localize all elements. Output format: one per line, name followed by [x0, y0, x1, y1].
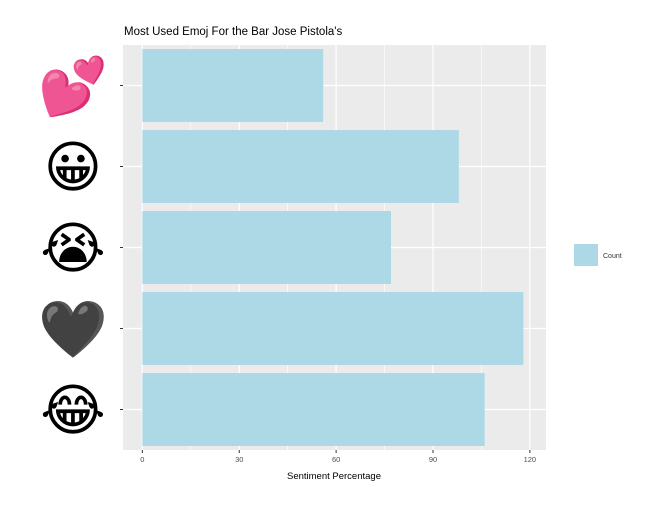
x-tick-label: 60: [332, 455, 340, 464]
x-tick-label: 90: [429, 455, 437, 464]
bar-black-heart: [142, 292, 524, 365]
bar-face-with-tears-of-joy: [142, 373, 485, 446]
y-axis: 💕 😀 😭 🖤 😂: [38, 55, 123, 442]
bar-two-hearts: [142, 49, 324, 122]
x-tick-label: 30: [235, 455, 243, 464]
x-axis-label: Sentiment Percentage: [287, 471, 381, 482]
chart: Most Used Emoj For the Bar Jose Pistola'…: [38, 26, 622, 482]
bar-grinning-face: [142, 130, 459, 203]
x-tick-label: 120: [524, 455, 537, 464]
grinning-face-icon: 😀: [44, 136, 102, 199]
x-axis: 0 30 60 90 120: [140, 450, 536, 464]
loudly-crying-face-icon: 😭: [40, 217, 105, 280]
chart-title: Most Used Emoj For the Bar Jose Pistola'…: [124, 26, 342, 38]
two-hearts-icon: 💕: [38, 55, 108, 119]
black-heart-icon: 🖤: [38, 298, 108, 361]
face-with-tears-of-joy-icon: 😂: [40, 379, 105, 442]
legend-key-count: [574, 244, 598, 266]
x-tick-label: 0: [140, 455, 144, 464]
legend-label-count: Count: [603, 253, 622, 260]
bar-loudly-crying-face: [142, 211, 392, 284]
legend: Count: [574, 244, 622, 266]
